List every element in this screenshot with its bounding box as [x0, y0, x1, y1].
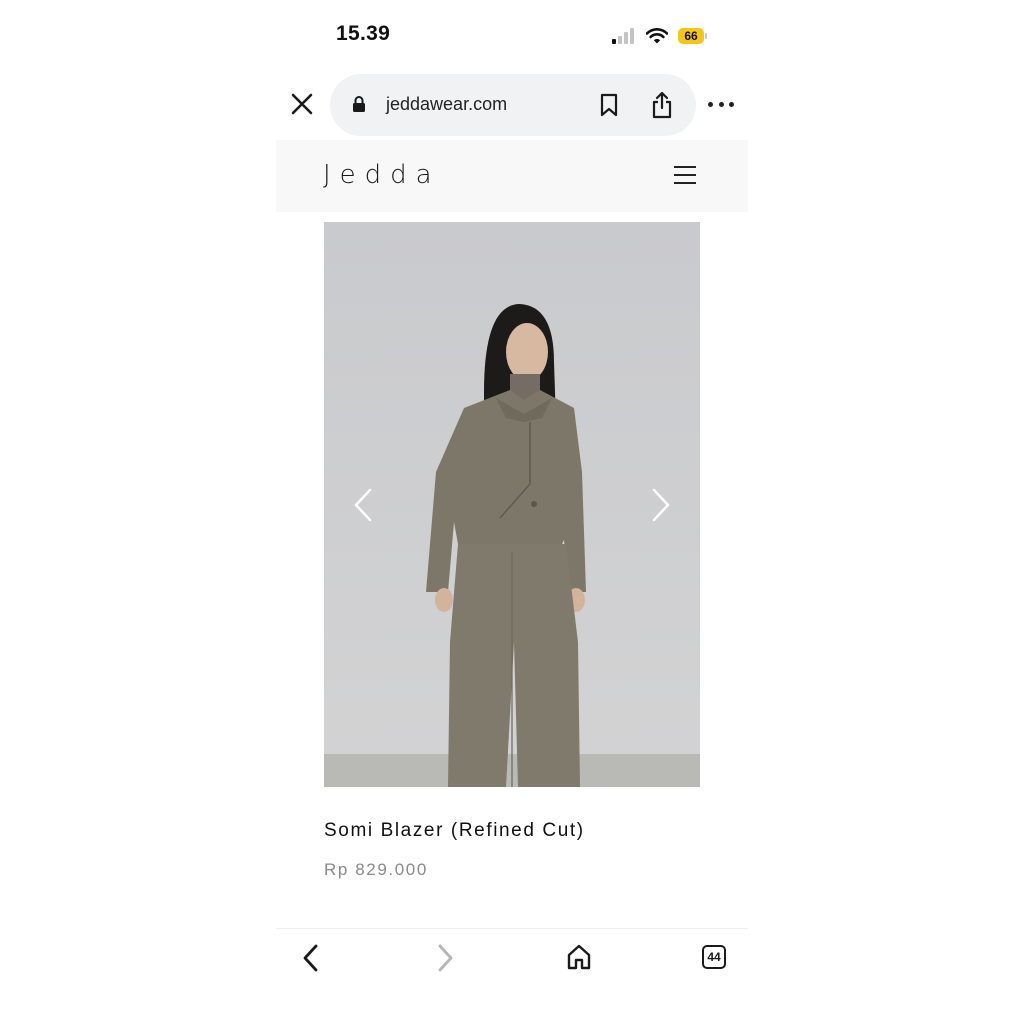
site-header: Jedda [276, 140, 748, 212]
close-icon [291, 93, 313, 115]
wifi-icon [646, 28, 668, 44]
share-icon[interactable] [650, 91, 674, 119]
more-dot [708, 101, 713, 107]
hamburger-icon[interactable] [674, 166, 696, 184]
battery-level: 66 [678, 28, 704, 44]
status-icons: 66 [612, 24, 707, 48]
hamburger-line [674, 174, 696, 176]
more-dot [729, 101, 734, 107]
chevron-left-icon[interactable] [352, 488, 374, 522]
battery-indicator: 66 [678, 28, 707, 44]
more-dot [718, 101, 724, 107]
url-text[interactable]: jeddawear.com [386, 94, 507, 115]
brand-logo[interactable]: Jedda [323, 160, 441, 190]
bookmark-icon[interactable] [598, 93, 620, 117]
more-options-button[interactable] [708, 96, 734, 112]
hamburger-line [674, 166, 696, 168]
product-photo [324, 222, 700, 787]
product-price: Rp 829.000 [324, 860, 428, 879]
status-time: 15.39 [336, 22, 391, 45]
close-button[interactable] [288, 90, 316, 118]
forward-arrow-icon[interactable] [434, 943, 456, 973]
browser-toolbar: 44 [276, 928, 748, 993]
chevron-right-icon[interactable] [650, 488, 672, 522]
hamburger-line [674, 182, 696, 184]
lock-icon [353, 96, 365, 112]
product-name[interactable]: Somi Blazer (Refined Cut) [324, 820, 585, 842]
tabs-icon[interactable]: 44 [702, 945, 726, 969]
home-icon[interactable] [566, 943, 592, 971]
battery-cap [705, 33, 707, 39]
signal-icon [612, 28, 634, 44]
back-arrow-icon[interactable] [300, 943, 322, 973]
address-bar[interactable]: jeddawear.com [330, 74, 696, 136]
phone-screen: 15.39 66 jeddawear.com Jedda Somi Blazer… [276, 0, 748, 1024]
product-image[interactable] [324, 222, 700, 787]
